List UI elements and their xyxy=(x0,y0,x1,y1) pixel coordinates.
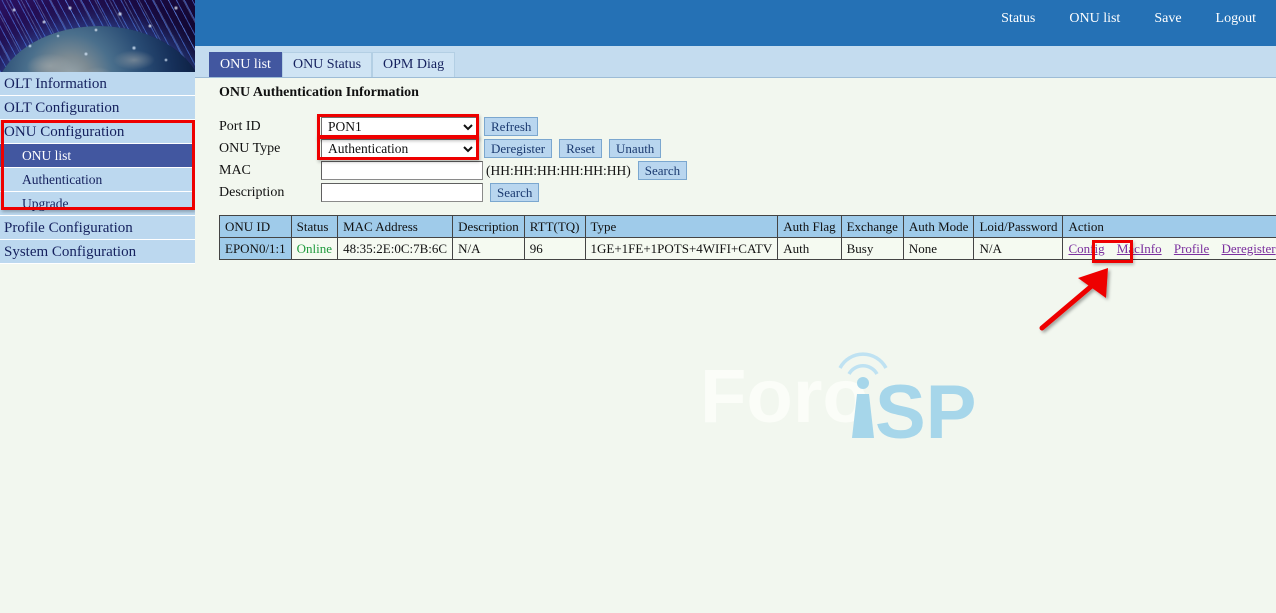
light-dots-decoration xyxy=(0,0,195,72)
control-description: Search xyxy=(321,183,539,202)
header-link-status[interactable]: Status xyxy=(1001,11,1035,27)
header-link-logout[interactable]: Logout xyxy=(1216,11,1256,27)
cell-auth-flag: Auth xyxy=(778,238,841,260)
mac-format-hint: (HH:HH:HH:HH:HH:HH) xyxy=(486,163,631,179)
form-row-onu-type: ONU Type Authentication Deregister Reset… xyxy=(219,138,687,159)
watermark-foroisp: Foro SP xyxy=(700,350,980,445)
column-status: Status xyxy=(291,216,337,238)
column-exchange: Exchange xyxy=(841,216,903,238)
sidebar-item-authentication[interactable]: Authentication xyxy=(0,168,195,192)
form-row-description: Description Search xyxy=(219,182,687,203)
sidebar-item-label: Authentication xyxy=(22,172,102,187)
sidebar-item-olt-configuration[interactable]: OLT Configuration xyxy=(0,96,195,120)
label-description: Description xyxy=(219,185,321,201)
table-body: EPON0/1:1 Online 48:35:2E:0C:7B:6C N/A 9… xyxy=(220,238,1276,260)
sidebar: OLT Information OLT Configuration ONU Co… xyxy=(0,0,195,613)
sidebar-item-label: OLT Information xyxy=(4,76,107,92)
tower-shape-letter-i xyxy=(852,394,874,438)
banner-image xyxy=(0,0,195,72)
column-rtt-tq: RTT(TQ) xyxy=(524,216,585,238)
top-header-bar: Status ONU list Save Logout xyxy=(195,0,1276,46)
watermark-text-foro: Foro xyxy=(700,354,869,439)
sidebar-item-label: ONU Configuration xyxy=(4,124,124,140)
tab-onu-status[interactable]: ONU Status xyxy=(282,52,372,77)
cell-description: N/A xyxy=(453,238,525,260)
cell-type: 1GE+1FE+1POTS+4WIFI+CATV xyxy=(585,238,778,260)
form-row-mac: MAC (HH:HH:HH:HH:HH:HH) Search xyxy=(219,160,687,181)
column-description: Description xyxy=(453,216,525,238)
port-id-select[interactable]: PON1 xyxy=(321,117,477,137)
label-mac: MAC xyxy=(219,163,321,179)
sidebar-item-system-configuration[interactable]: System Configuration xyxy=(0,240,195,264)
column-auth-mode: Auth Mode xyxy=(903,216,974,238)
antenna-wave-outer xyxy=(840,354,886,368)
sidebar-item-onu-configuration[interactable]: ONU Configuration xyxy=(0,120,195,144)
cell-auth-mode: None xyxy=(903,238,974,260)
tab-opm-diag[interactable]: OPM Diag xyxy=(372,52,455,77)
antenna-dot xyxy=(857,377,869,389)
cell-status: Online xyxy=(291,238,337,260)
cell-mac-address: 48:35:2E:0C:7B:6C xyxy=(338,238,453,260)
column-mac-address: MAC Address xyxy=(338,216,453,238)
column-onu-id: ONU ID xyxy=(220,216,292,238)
tab-onu-list[interactable]: ONU list xyxy=(209,52,282,77)
form-row-port-id: Port ID PON1 Refresh xyxy=(219,116,687,137)
column-type: Type xyxy=(585,216,778,238)
description-search-button[interactable]: Search xyxy=(490,183,539,202)
tab-bar: ONU list ONU Status OPM Diag xyxy=(195,46,1276,78)
label-port-id: Port ID xyxy=(219,119,321,135)
cell-action: Config MacInfo Profile Deregister Reset … xyxy=(1063,238,1276,260)
control-mac: (HH:HH:HH:HH:HH:HH) Search xyxy=(321,161,687,180)
sidebar-item-olt-information[interactable]: OLT Information xyxy=(0,72,195,96)
main-content: ONU Authentication Information Port ID P… xyxy=(195,78,1276,613)
column-auth-flag: Auth Flag xyxy=(778,216,841,238)
sidebar-item-label: System Configuration xyxy=(4,244,136,260)
action-link-config[interactable]: Config xyxy=(1068,241,1104,256)
mac-search-button[interactable]: Search xyxy=(638,161,687,180)
control-onu-type: Authentication Deregister Reset Unauth xyxy=(321,139,661,159)
deregister-button[interactable]: Deregister xyxy=(484,139,552,158)
search-form: Port ID PON1 Refresh ONU Type Authentica… xyxy=(219,116,687,204)
antenna-wave-inner xyxy=(849,366,877,374)
cell-loid-password: N/A xyxy=(974,238,1063,260)
sidebar-item-label: OLT Configuration xyxy=(4,100,119,116)
watermark-text-sp: SP xyxy=(875,370,976,445)
onu-type-select[interactable]: Authentication xyxy=(321,139,477,159)
page-root: OLT Information OLT Configuration ONU Co… xyxy=(0,0,1276,613)
action-link-deregister[interactable]: Deregister xyxy=(1222,241,1276,256)
description-input[interactable] xyxy=(321,183,483,202)
header-link-onu-list[interactable]: ONU list xyxy=(1069,11,1120,27)
header-nav-links: Status ONU list Save Logout xyxy=(1001,11,1256,27)
sidebar-menu: OLT Information OLT Configuration ONU Co… xyxy=(0,72,195,264)
table-header: ONU ID Status MAC Address Description RT… xyxy=(220,216,1276,238)
sidebar-item-label: Upgrade xyxy=(22,196,68,211)
sidebar-item-profile-configuration[interactable]: Profile Configuration xyxy=(0,216,195,240)
cell-rtt-tq: 96 xyxy=(524,238,585,260)
page-title: ONU Authentication Information xyxy=(219,85,419,101)
table-row: EPON0/1:1 Online 48:35:2E:0C:7B:6C N/A 9… xyxy=(220,238,1276,260)
table-header-row: ONU ID Status MAC Address Description RT… xyxy=(220,216,1276,238)
sidebar-item-upgrade[interactable]: Upgrade xyxy=(0,192,195,216)
sidebar-item-label: ONU list xyxy=(22,148,71,163)
action-link-profile[interactable]: Profile xyxy=(1174,241,1209,256)
tab-list: ONU list ONU Status OPM Diag xyxy=(209,52,455,77)
cell-exchange: Busy xyxy=(841,238,903,260)
mac-input[interactable] xyxy=(321,161,483,180)
label-onu-type: ONU Type xyxy=(219,141,321,157)
header-link-save[interactable]: Save xyxy=(1154,11,1181,27)
column-action: Action xyxy=(1063,216,1276,238)
sidebar-item-label: Profile Configuration xyxy=(4,220,133,236)
refresh-button[interactable]: Refresh xyxy=(484,117,538,136)
column-loid-password: Loid/Password xyxy=(974,216,1063,238)
control-port-id: PON1 Refresh xyxy=(321,117,538,137)
watermark-svg: Foro SP xyxy=(700,350,980,445)
unauth-button[interactable]: Unauth xyxy=(609,139,661,158)
sidebar-item-onu-list[interactable]: ONU list xyxy=(0,144,195,168)
action-link-macinfo[interactable]: MacInfo xyxy=(1117,241,1162,256)
onu-table: ONU ID Status MAC Address Description RT… xyxy=(219,215,1276,260)
reset-button[interactable]: Reset xyxy=(559,139,602,158)
cell-onu-id: EPON0/1:1 xyxy=(220,238,292,260)
